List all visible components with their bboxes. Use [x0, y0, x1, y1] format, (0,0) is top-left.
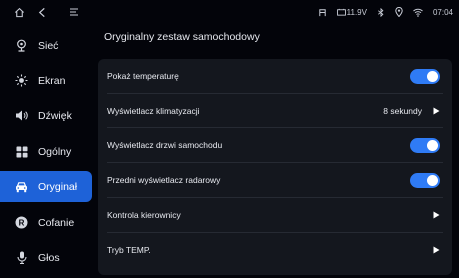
sidebar-item-siec[interactable]: Sieć	[0, 30, 92, 61]
network-icon	[15, 39, 28, 52]
home-icon[interactable]	[11, 4, 27, 20]
back-icon[interactable]	[34, 4, 50, 20]
setting-label: Przedni wyświetlacz radarowy	[107, 175, 221, 185]
setting-label: Wyświetlacz drzwi samochodu	[107, 140, 223, 150]
sidebar-item-cofanie[interactable]: R Cofanie	[0, 207, 92, 238]
setting-row-tryb-temp[interactable]: Tryb TEMP.	[98, 234, 452, 266]
toggle-knob	[427, 174, 438, 186]
status-bar: 11.9V 07:04	[0, 0, 459, 24]
setting-row-pokaz-temperature[interactable]: Pokaż temperaturę	[98, 60, 452, 92]
setting-value: 8 sekundy	[383, 106, 422, 116]
page-title: Oryginalny zestaw samochodowy	[104, 31, 260, 43]
sidebar-item-ekran[interactable]: Ekran	[0, 65, 92, 96]
brightness-icon	[15, 74, 28, 87]
play-arrow-icon	[432, 211, 440, 219]
door-display-toggle[interactable]	[410, 137, 440, 153]
play-arrow-icon	[432, 246, 440, 254]
toggle-knob	[427, 70, 438, 82]
setting-label: Tryb TEMP.	[107, 245, 151, 255]
sidebar-item-label: Cofanie	[38, 216, 75, 229]
setting-label: Kontrola kierownicy	[107, 210, 181, 220]
sidebar-item-ogolny[interactable]: Ogólny	[0, 136, 92, 167]
play-arrow-icon	[432, 107, 440, 115]
svg-text:R: R	[19, 218, 25, 227]
divider	[107, 162, 443, 163]
sidebar-item-oryginal[interactable]: Oryginał	[0, 171, 92, 202]
setting-label: Wyświetlacz klimatyzacji	[107, 106, 200, 116]
settings-panel: Pokaż temperaturę Wyświetlacz klimatyzac…	[98, 59, 452, 275]
reverse-icon: R	[15, 216, 28, 229]
sidebar-item-label: Głos	[38, 251, 60, 264]
temperature-toggle[interactable]	[410, 68, 440, 84]
divider	[107, 232, 443, 233]
setting-row-wyswietlacz-drzwi[interactable]: Wyświetlacz drzwi samochodu	[98, 129, 452, 161]
sidebar-item-label: Sieć	[38, 39, 59, 52]
divider	[107, 197, 443, 198]
status-icons: 11.9V 07:04	[318, 0, 453, 24]
voltage-value: 11.9V	[346, 7, 367, 17]
clock-time: 07:04	[432, 7, 453, 17]
setting-row-kontrola-kierownicy[interactable]: Kontrola kierownicy	[98, 199, 452, 231]
bluetooth-icon	[377, 7, 385, 17]
wifi-icon	[413, 8, 423, 17]
location-icon	[395, 7, 403, 17]
car-icon	[15, 180, 28, 193]
sidebar-item-label: Oryginał	[38, 180, 78, 193]
setting-label: Pokaż temperaturę	[107, 71, 179, 81]
toggle-knob	[427, 139, 438, 151]
sidebar-item-label: Ogólny	[38, 145, 72, 158]
sidebar: Sieć Ekran Dźwięk Ogólny Oryginał R Cofa…	[0, 24, 92, 278]
sidebar-item-dzwiek[interactable]: Dźwięk	[0, 100, 92, 131]
setting-row-przedni-radar[interactable]: Przedni wyświetlacz radarowy	[98, 164, 452, 196]
microphone-icon	[15, 251, 28, 264]
menu-icon[interactable]	[66, 4, 82, 20]
setting-row-wyswietlacz-klimatyzacji[interactable]: Wyświetlacz klimatyzacji 8 sekundy	[98, 95, 452, 127]
sidebar-item-label: Ekran	[38, 74, 66, 87]
front-radar-toggle[interactable]	[410, 172, 440, 188]
divider	[107, 93, 443, 94]
main-content: Oryginalny zestaw samochodowy Pokaż temp…	[92, 24, 459, 278]
speaker-icon	[15, 109, 28, 122]
sidebar-item-glos[interactable]: Głos	[0, 242, 92, 273]
battery-voltage: 11.9V	[336, 7, 367, 17]
screen: 11.9V 07:04 Sieć Ekran Dźwięk Ogólny Ory…	[0, 0, 459, 278]
sidebar-item-label: Dźwięk	[38, 109, 72, 122]
battery-icon	[336, 8, 346, 16]
divider	[107, 127, 443, 128]
antenna-icon	[318, 8, 327, 17]
grid-icon	[15, 145, 28, 158]
